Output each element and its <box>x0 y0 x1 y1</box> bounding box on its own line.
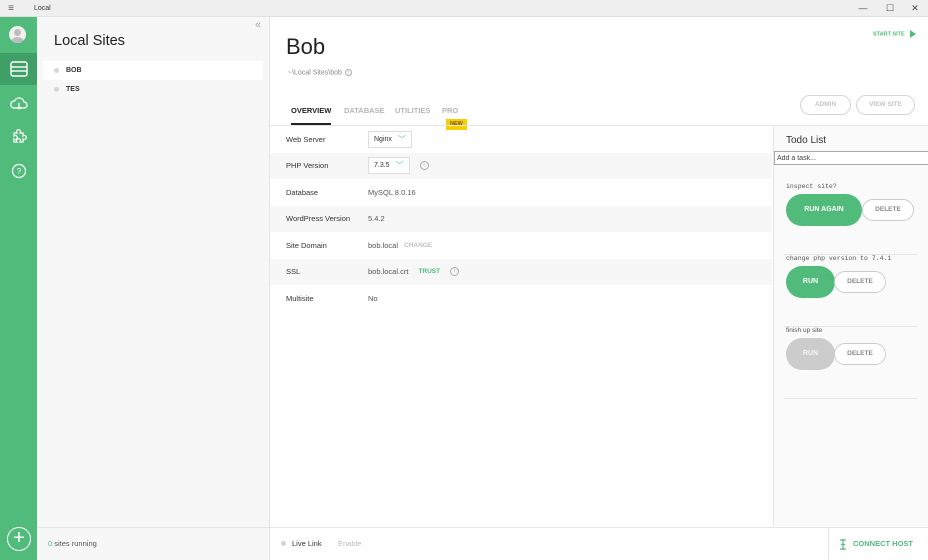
status-dot-icon <box>54 87 59 92</box>
multisite-value: No <box>368 293 378 303</box>
chevron-down-icon: ﹀ <box>397 134 406 144</box>
sites-running-status: 0 sites running <box>37 527 269 560</box>
connect-host-icon <box>840 538 846 550</box>
php-version-value: 7.3.5 <box>374 162 390 170</box>
window-title: Local <box>34 4 51 12</box>
task-name: change php version to 7.4.1 <box>786 255 892 262</box>
sites-icon[interactable] <box>0 53 37 85</box>
site-path: ~\Local Sites\bob i <box>288 69 352 76</box>
web-server-value: Nginx <box>374 135 392 143</box>
main-panel: Bob ~\Local Sites\bob i START SITE OVERVI… <box>270 17 928 560</box>
site-domain-value: bob.local <box>368 240 399 250</box>
status-dot-icon <box>281 541 286 546</box>
delete-button[interactable]: DELETE <box>834 343 886 365</box>
run-button[interactable]: RUN <box>786 266 835 298</box>
admin-button[interactable]: ADMIN <box>800 95 851 115</box>
row-php-version: PHP Version 7.3.5 ﹀ i <box>270 152 772 179</box>
live-link-label: Live Link <box>292 539 322 548</box>
todo-title: Todo List <box>786 135 827 146</box>
row-database: Database MySQL 8.0.16 <box>270 179 772 206</box>
ssl-label: SSL <box>286 267 301 277</box>
add-site-icon[interactable]: + <box>7 527 31 551</box>
task-name: inspect site? <box>786 183 837 190</box>
change-domain-button[interactable]: CHANGE <box>404 242 432 249</box>
svg-text:?: ? <box>16 167 21 176</box>
site-path-text: ~\Local Sites\bob <box>288 69 342 77</box>
connect-host-button[interactable]: CONNECT HOST <box>828 528 928 560</box>
add-task-input[interactable] <box>774 151 928 165</box>
sites-panel: « Local Sites BOB TES 0 sites running <box>37 17 270 560</box>
status-dot-icon <box>54 68 59 73</box>
site-item-tes[interactable]: TES <box>43 80 263 99</box>
site-item-label: BOB <box>66 67 82 74</box>
view-site-button[interactable]: VIEW SITE <box>856 95 915 115</box>
avatar[interactable] <box>9 26 26 43</box>
trust-button[interactable]: TRUST <box>418 268 440 275</box>
row-ssl: SSL bob.local.crt TRUST i <box>270 258 772 285</box>
bottom-bar: Live Link Enable CONNECT HOST <box>270 527 928 560</box>
row-web-server: Web Server Nginx ﹀ <box>270 126 772 153</box>
todo-item: change php version to 7.4.1 RUN DELETE <box>784 255 917 327</box>
title-bar: ≡ Local — ☐ ✕ <box>0 0 928 17</box>
todo-item: finish up site RUN DELETE <box>784 327 917 399</box>
web-server-label: Web Server <box>286 134 326 144</box>
database-value: MySQL 8.0.16 <box>368 187 416 197</box>
overview-table: Web Server Nginx ﹀ PHP Version 7.3.5 ﹀ i Da… <box>270 126 772 312</box>
connect-host-label: CONNECT HOST <box>853 539 913 548</box>
task-name: finish up site <box>786 327 823 334</box>
site-item-bob[interactable]: BOB <box>43 61 263 80</box>
tab-pro-label: PRO <box>442 106 459 115</box>
delete-button[interactable]: DELETE <box>834 271 886 293</box>
php-version-label: PHP Version <box>286 161 329 171</box>
row-wordpress-version: WordPress Version 5.4.2 <box>270 205 772 232</box>
info-icon[interactable]: i <box>344 69 352 76</box>
tab-utilities[interactable]: UTILITIES <box>395 105 430 125</box>
chevron-down-icon: ﹀ <box>395 161 404 171</box>
play-icon <box>909 30 916 38</box>
start-site-label: START SITE <box>873 31 905 38</box>
tab-database[interactable]: DATABASE <box>344 105 385 125</box>
minimize-icon[interactable]: — <box>850 0 876 17</box>
running-suffix: sites running <box>52 539 97 548</box>
collapse-icon[interactable]: « <box>255 19 261 31</box>
database-label: Database <box>286 187 319 197</box>
addons-puzzle-icon[interactable] <box>0 121 37 153</box>
todo-item: inspect site? RUN AGAIN DELETE <box>784 183 917 255</box>
start-site-button[interactable]: START SITE <box>873 30 916 38</box>
sites-heading: Local Sites <box>54 33 125 49</box>
info-icon[interactable]: i <box>450 267 460 277</box>
delete-button[interactable]: DELETE <box>862 199 914 221</box>
info-icon[interactable]: i <box>419 161 429 171</box>
row-multisite: Multisite No <box>270 285 772 312</box>
cloud-icon[interactable] <box>0 87 37 119</box>
ssl-value[interactable]: bob.local.crt <box>368 267 408 276</box>
site-item-label: TES <box>66 86 80 93</box>
hamburger-icon[interactable]: ≡ <box>0 3 22 14</box>
tab-pro[interactable]: PRONEW <box>442 105 467 130</box>
web-server-select[interactable]: Nginx ﹀ <box>368 130 412 148</box>
site-title: Bob <box>286 34 326 59</box>
site-domain-label: Site Domain <box>286 240 327 250</box>
wordpress-version-label: WordPress Version <box>286 214 351 224</box>
multisite-label: Multisite <box>286 293 314 303</box>
left-rail: ? + <box>0 17 37 560</box>
enable-live-link-button[interactable]: Enable <box>338 539 361 548</box>
wordpress-version-value: 5.4.2 <box>368 214 385 224</box>
close-icon[interactable]: ✕ <box>902 0 928 17</box>
todo-panel: Todo List inspect site? RUN AGAIN DELETE… <box>773 126 928 526</box>
tab-overview[interactable]: OVERVIEW <box>291 105 332 125</box>
php-version-select[interactable]: 7.3.5 ﹀ <box>368 157 410 175</box>
row-site-domain: Site Domain bob.local CHANGE <box>270 232 772 259</box>
help-icon[interactable]: ? <box>0 155 37 187</box>
run-again-button[interactable]: RUN AGAIN <box>786 194 862 226</box>
run-button[interactable]: RUN <box>786 338 835 370</box>
maximize-icon[interactable]: ☐ <box>877 0 903 17</box>
